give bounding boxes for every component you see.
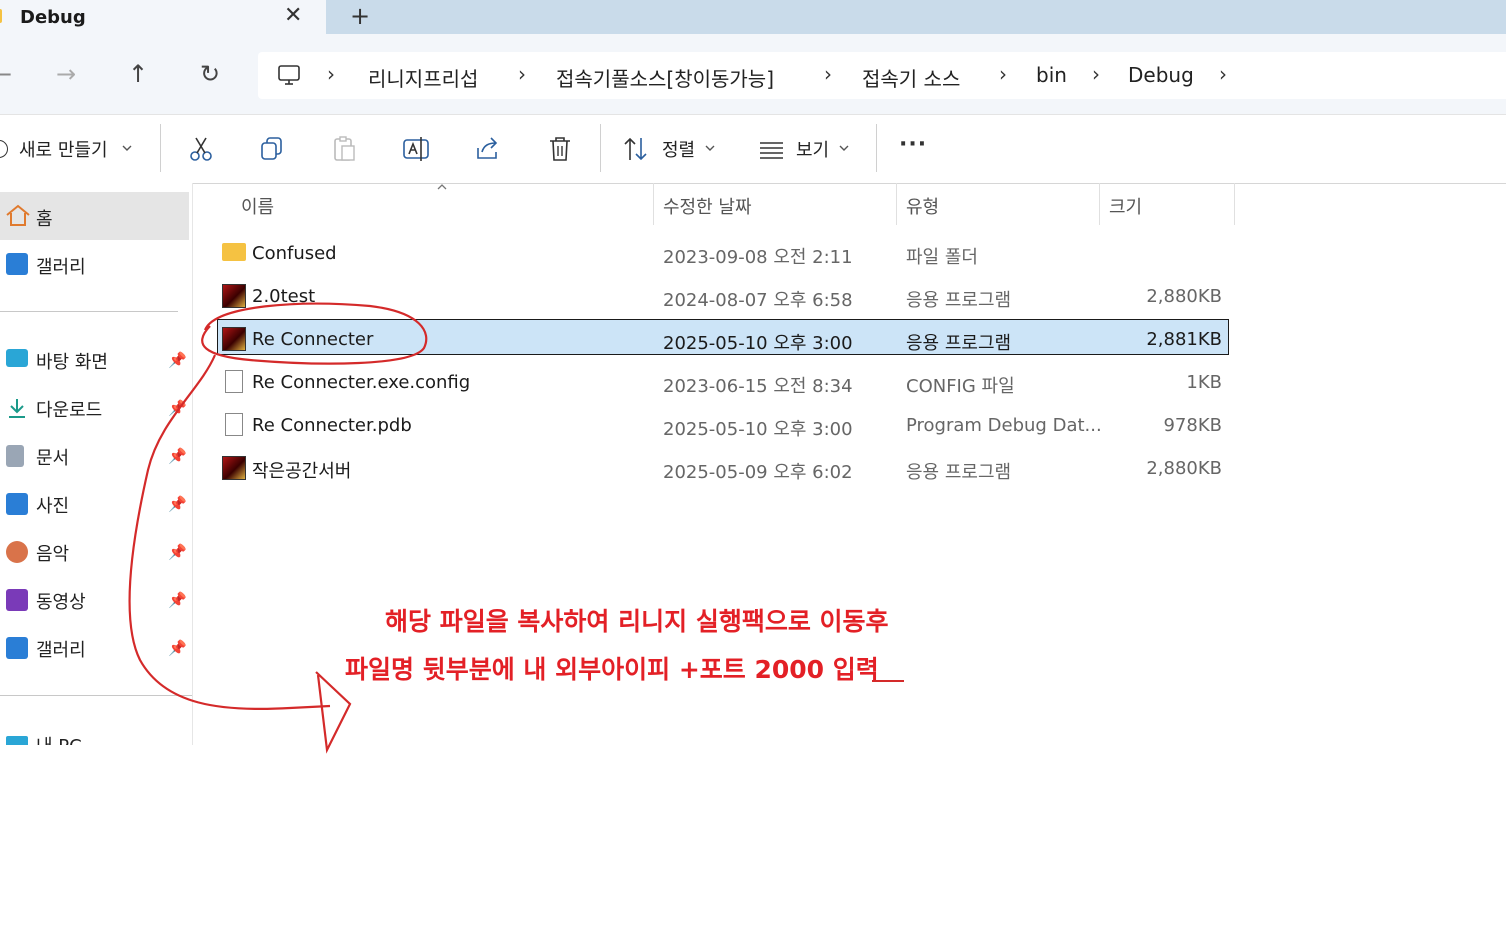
arrow-annotation <box>128 354 331 711</box>
annotation-text-line1: 해당 파일을 복사하여 리니지 실행팩으로 이동후 <box>385 607 889 636</box>
annotation-text-line2: 파일명 뒷부분에 내 외부아이피 +포트 2000 입력 <box>345 655 879 684</box>
circle-annotation <box>201 302 428 365</box>
annotation-overlay <box>128 302 904 754</box>
